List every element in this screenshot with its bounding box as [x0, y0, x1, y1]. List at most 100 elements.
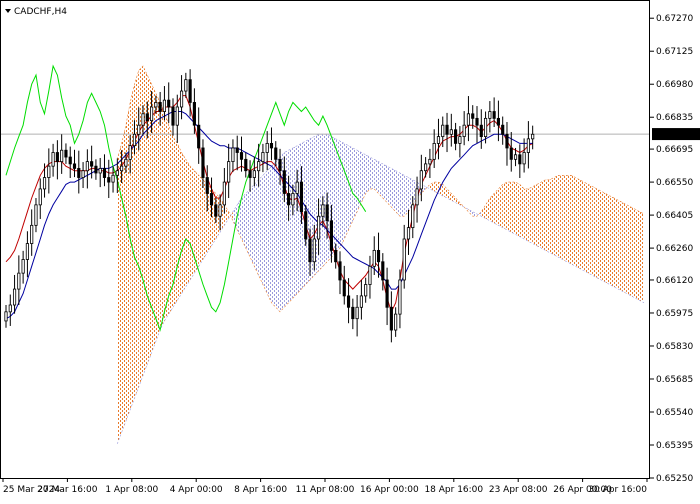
- y-axis: 0.67270 0.67125 0.66980 0.66835 0.66695 0.665…: [650, 14, 693, 484]
- chart-area[interactable]: 0.67270 0.67125 0.66980 0.66835 0.66695 0.665…: [0, 0, 700, 500]
- cloud-bull-segment: [596, 188, 602, 280]
- candle-body-up: [364, 284, 368, 297]
- x-tick-label: 11 Apr 08:00: [296, 485, 355, 495]
- candle-body-up: [184, 79, 188, 92]
- candle-body-down: [201, 147, 205, 178]
- candle-body-up: [466, 113, 471, 126]
- candle-body-down: [205, 177, 209, 194]
- cloud-bull-segment: [631, 207, 636, 299]
- candle-body-up: [34, 204, 38, 226]
- candle-body-down: [445, 124, 449, 135]
- candle-body-down: [287, 193, 291, 206]
- candle-body-down: [338, 261, 342, 281]
- cloud-bull-segment: [164, 111, 169, 321]
- cloud-bear-segment: [352, 147, 358, 221]
- symbol-title-text: CADCHF,H4: [14, 7, 67, 17]
- current-price-tag: 0.66761: [652, 128, 700, 141]
- candle-body-down: [501, 124, 505, 135]
- candle-body-down: [304, 211, 308, 240]
- candle-body-up: [398, 279, 402, 315]
- candle-body-down: [167, 99, 171, 108]
- x-tick-label: 1 Apr 08:00: [105, 485, 158, 495]
- candle-body-up: [252, 170, 256, 178]
- candle-body-down: [107, 177, 111, 183]
- cloud-bear-segment: [288, 147, 293, 303]
- cloud-bull-segment: [579, 179, 585, 271]
- candle-body-up: [38, 188, 42, 206]
- cloud-bear-segment: [275, 157, 281, 312]
- candle-body-up: [419, 170, 423, 190]
- y-tick-label: 0.66695: [656, 145, 693, 155]
- candle-body-down: [299, 181, 304, 213]
- candle-body-down: [244, 158, 248, 172]
- candle-body-down: [94, 165, 98, 174]
- cloud-bear-segment: [395, 170, 400, 217]
- candle-body-up: [432, 142, 436, 160]
- cloud-bull-segment: [588, 184, 593, 276]
- candle-body-down: [308, 238, 312, 263]
- x-tick-label: 27 Mar 16:00: [37, 485, 97, 495]
- cloud-bull-segment: [549, 177, 555, 255]
- cloud-bull-segment: [502, 182, 507, 230]
- cloud-bull-segment: [494, 188, 499, 226]
- cloud-bear-segment: [399, 172, 405, 217]
- chart-svg[interactable]: 0.67270 0.67125 0.66980 0.66835 0.66695 0.665…: [0, 0, 700, 500]
- candle-body-down: [72, 163, 77, 169]
- candle-body-up: [355, 306, 359, 320]
- candle-body-up: [132, 133, 137, 147]
- cloud-bear-segment: [391, 168, 396, 212]
- candle-body-up: [124, 158, 128, 167]
- candle-body-up: [4, 311, 8, 322]
- candle-body-up: [402, 238, 406, 281]
- candle-body-down: [518, 154, 522, 165]
- cloud-bear-segment: [262, 170, 268, 294]
- candle-body-up: [483, 117, 488, 137]
- candle-body-up: [265, 142, 269, 153]
- x-tick-label: 30 Apr 16:00: [588, 485, 647, 495]
- cloud-bull-segment: [121, 125, 126, 433]
- cloud-bear-segment: [404, 175, 409, 217]
- candle-body-down: [278, 158, 282, 172]
- cloud-bear-segment: [374, 159, 379, 194]
- cloud-bull-segment: [584, 182, 589, 274]
- cloud-bear-segment: [365, 154, 370, 194]
- cloud-bull-segment: [545, 179, 550, 253]
- candle-body-up: [128, 145, 132, 160]
- candle-body-up: [21, 259, 25, 274]
- candle-body-up: [30, 224, 34, 244]
- candle-body-up: [415, 188, 419, 206]
- candle-body-up: [137, 124, 141, 135]
- candle-body-up: [449, 129, 453, 135]
- cloud-bear-segment: [267, 166, 272, 303]
- candle-body-up: [406, 227, 411, 240]
- candle-body-up: [17, 272, 21, 290]
- y-tick-label: 0.65685: [656, 375, 693, 385]
- candle-body-down: [77, 168, 81, 178]
- candle-body-up: [12, 288, 17, 306]
- candle-body-down: [342, 279, 346, 297]
- cloud-bull-segment: [519, 184, 525, 239]
- candle-body-down: [351, 306, 355, 320]
- candle-body-down: [475, 117, 479, 126]
- x-tick-label: 23 Apr 08:00: [489, 485, 548, 495]
- candle-body-up: [261, 152, 265, 163]
- cloud-bull-segment: [626, 204, 632, 296]
- candle-body-up: [441, 124, 445, 137]
- candle-body-down: [346, 295, 351, 308]
- y-tick-label: 0.66980: [656, 80, 693, 90]
- y-tick-label: 0.67270: [656, 14, 693, 24]
- cloud-bear-segment: [344, 143, 349, 239]
- candle-body-up: [312, 238, 316, 263]
- candle-body-down: [64, 149, 68, 158]
- candle-body-up: [85, 161, 89, 172]
- cloud-bull-segment: [155, 93, 161, 342]
- candle-body-down: [248, 170, 252, 178]
- candle-body-down: [239, 152, 244, 160]
- symbol-title[interactable]: CADCHF,H4: [5, 7, 67, 17]
- y-tick-label: 0.66405: [656, 211, 693, 221]
- cloud-bear-segment: [322, 134, 328, 267]
- candle-body-up: [368, 265, 372, 285]
- candle-body-down: [376, 249, 381, 263]
- candle-body-up: [111, 174, 115, 183]
- cloud-bull-segment: [575, 177, 580, 269]
